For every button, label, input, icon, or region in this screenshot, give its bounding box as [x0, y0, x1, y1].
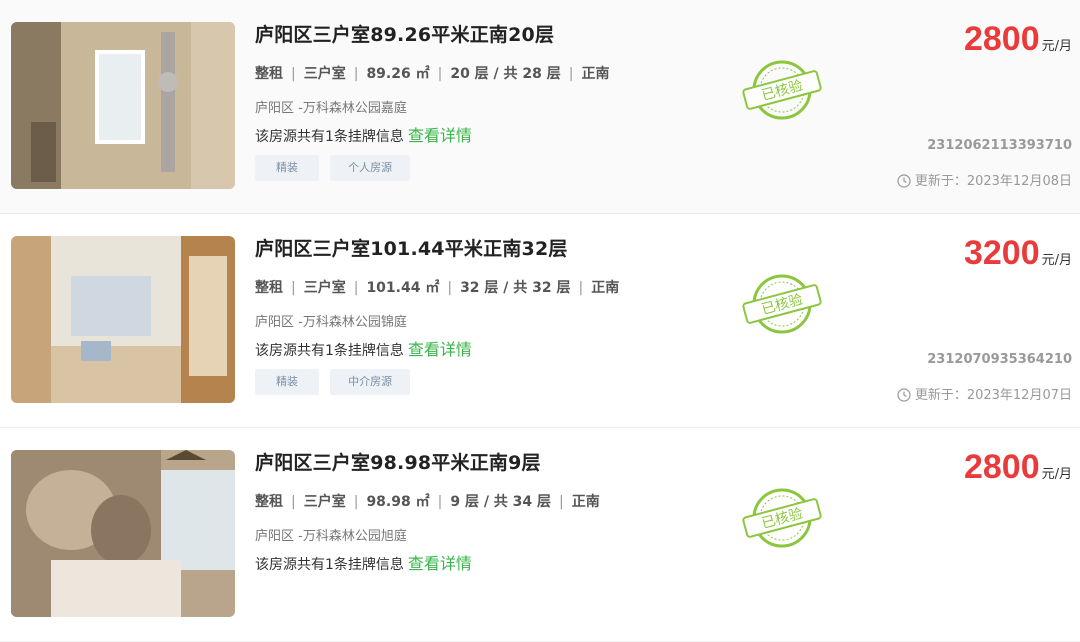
listing-title[interactable]: 庐阳区三户室101.44平米正南32层: [255, 234, 568, 261]
community-name: 庐阳区 -万科森林公园嘉庭: [255, 101, 407, 116]
price-unit: 元/月: [1041, 253, 1072, 268]
update-text: 更新于：2023年12月08日: [914, 174, 1072, 189]
listing-photo[interactable]: [11, 236, 235, 403]
community-name: 庐阳区 -万科森林公园旭庭: [255, 529, 407, 544]
listing-card[interactable]: 庐阳区三户室89.26平米正南20层 整租 | 三户室 | 89.26 ㎡ | 20 层 /…: [0, 0, 1080, 214]
listing-code: 2312062113393710: [927, 138, 1072, 153]
update-time: 更新于：2023年12月08日: [897, 170, 1072, 189]
price-unit: 元/月: [1041, 467, 1072, 482]
verified-stamp-icon: 已核验: [742, 488, 822, 548]
update-text: 更新于：2023年12月07日: [914, 388, 1072, 403]
floor: 20 层 / 共 28 层: [450, 66, 561, 82]
update-time: 更新于：2023年12月07日: [897, 384, 1072, 403]
price-value: 2800: [963, 20, 1040, 58]
orientation: 正南: [571, 494, 600, 510]
listing-meta: 整租 | 三户室 | 89.26 ㎡ | 20 层 / 共 28 层 | 正南: [255, 66, 610, 82]
listing-info: 该房源共有1条挂牌信息 查看详情: [255, 336, 472, 360]
listing-title[interactable]: 庐阳区三户室89.26平米正南20层: [255, 20, 554, 47]
tag-list: 精装 中介房源: [255, 369, 416, 395]
area: 101.44 ㎡: [366, 280, 440, 296]
tag-list: 精装 个人房源: [255, 155, 416, 181]
listing-count-text: 该房源共有1条挂牌信息: [255, 343, 404, 359]
listing-card[interactable]: 庐阳区三户室101.44平米正南32层 整租 | 三户室 | 101.44 ㎡ | 32 层…: [0, 214, 1080, 428]
listing-title[interactable]: 庐阳区三户室98.98平米正南9层: [255, 448, 541, 475]
room-layout: 三户室: [303, 494, 346, 510]
room-layout: 三户室: [303, 66, 346, 82]
listing-info: 该房源共有1条挂牌信息 查看详情: [255, 550, 472, 574]
view-detail-link[interactable]: 查看详情: [408, 126, 472, 145]
clock-icon: [897, 388, 911, 402]
area: 98.98 ㎡: [366, 494, 430, 510]
price-unit: 元/月: [1041, 39, 1072, 54]
tag-decoration: 精装: [255, 155, 319, 181]
listing-list: 庐阳区三户室89.26平米正南20层 整租 | 三户室 | 89.26 ㎡ | 20 层 /…: [0, 0, 1080, 642]
orientation: 正南: [591, 280, 620, 296]
verified-stamp-icon: 已核验: [742, 60, 822, 120]
listing-photo[interactable]: [11, 450, 235, 617]
price: 2800 元/月: [964, 20, 1072, 59]
area: 89.26 ㎡: [366, 66, 430, 82]
clock-icon: [897, 174, 911, 188]
tag-decoration: 精装: [255, 369, 319, 395]
price-value: 3200: [963, 234, 1040, 272]
listing-code: 2312070935364210: [927, 352, 1072, 367]
view-detail-link[interactable]: 查看详情: [408, 554, 472, 573]
verified-stamp-icon: 已核验: [742, 274, 822, 334]
rent-type: 整租: [255, 494, 283, 510]
orientation: 正南: [581, 66, 610, 82]
price-value: 2800: [963, 448, 1040, 486]
price: 3200 元/月: [964, 234, 1072, 273]
rent-type: 整租: [255, 66, 283, 82]
tag-source: 中介房源: [330, 369, 411, 395]
listing-meta: 整租 | 三户室 | 101.44 ㎡ | 32 层 / 共 32 层 | 正南: [255, 280, 620, 296]
listing-photo[interactable]: [11, 22, 235, 189]
listing-count-text: 该房源共有1条挂牌信息: [255, 129, 404, 145]
price: 2800 元/月: [964, 448, 1072, 487]
listing-card[interactable]: 庐阳区三户室98.98平米正南9层 整租 | 三户室 | 98.98 ㎡ | 9 层 / 共…: [0, 428, 1080, 642]
listing-info: 该房源共有1条挂牌信息 查看详情: [255, 122, 472, 146]
community-name: 庐阳区 -万科森林公园锦庭: [255, 315, 407, 330]
view-detail-link[interactable]: 查看详情: [408, 340, 472, 359]
rent-type: 整租: [255, 280, 283, 296]
floor: 32 层 / 共 32 层: [460, 280, 571, 296]
floor: 9 层 / 共 34 层: [450, 494, 552, 510]
tag-source: 个人房源: [330, 155, 411, 181]
room-layout: 三户室: [303, 280, 346, 296]
listing-meta: 整租 | 三户室 | 98.98 ㎡ | 9 层 / 共 34 层 | 正南: [255, 494, 600, 510]
